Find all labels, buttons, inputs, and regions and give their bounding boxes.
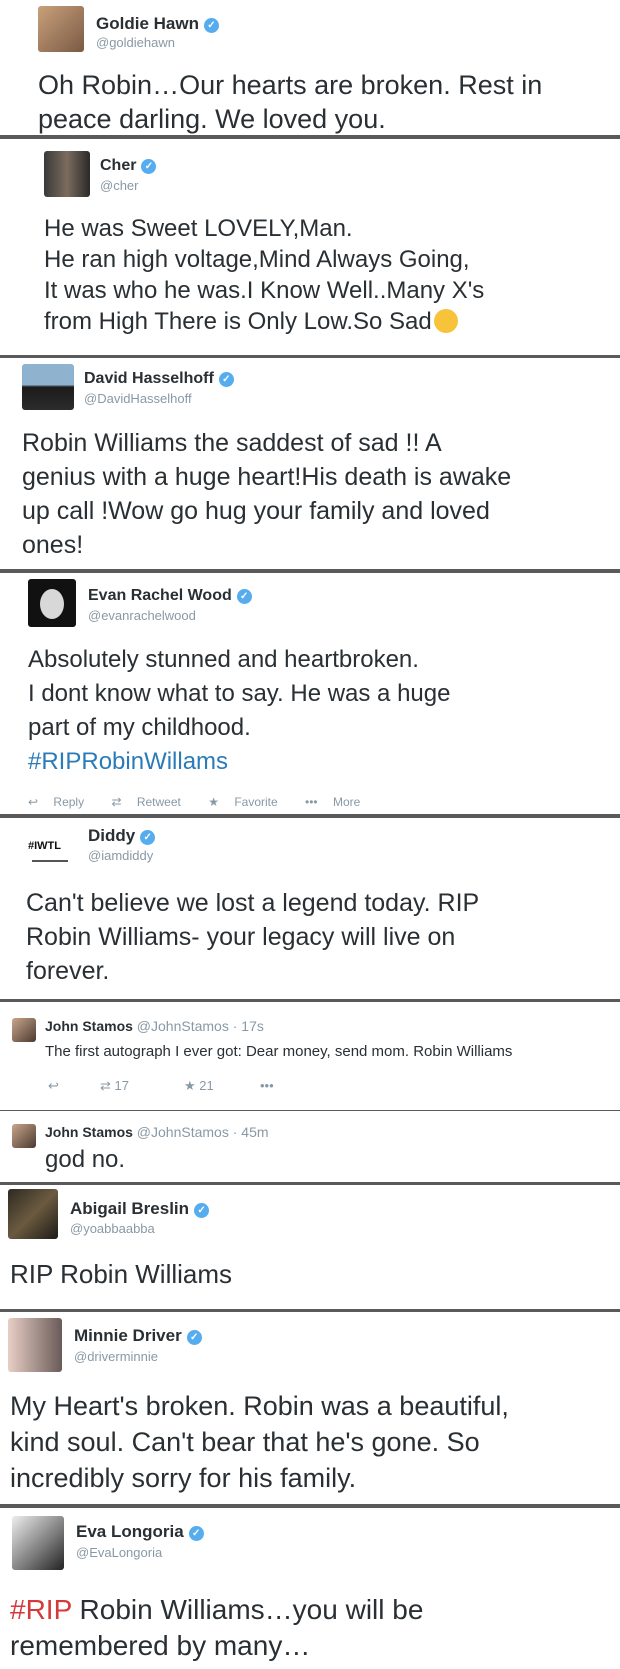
tweet-minnie-driver: Minnie Driver ✓ @driverminnie My Heart's … xyxy=(0,1312,620,1504)
more-button[interactable]: ••• More xyxy=(305,795,372,809)
user-name[interactable]: Cher ✓ xyxy=(100,157,157,175)
retweet-icon: ⇄ xyxy=(111,795,122,809)
user-handle[interactable]: @driverminnie xyxy=(74,1349,158,1364)
verified-icon: ✓ xyxy=(236,589,252,604)
tweet-abigail-breslin: Abigail Breslin ✓ @yoabbaabba RIP Robin W… xyxy=(0,1185,620,1309)
favorite-button[interactable]: ★ 21 xyxy=(184,1078,214,1094)
tweet-time[interactable]: · 45m xyxy=(233,1124,269,1140)
avatar[interactable] xyxy=(12,1018,36,1042)
tweet-david-hasselhoff: David Hasselhoff ✓ @DavidHasselhoff Robin… xyxy=(0,358,620,569)
verified-icon: ✓ xyxy=(203,18,219,33)
avatar[interactable] xyxy=(44,151,90,197)
tweet-actions: ↩ Reply ⇄ Retweet ★ Favorite ••• More xyxy=(28,795,384,809)
star-icon: ★ xyxy=(184,1078,196,1093)
user-handle[interactable]: @JohnStamos xyxy=(137,1018,229,1034)
copyright-label: © Twitter xyxy=(4,1656,44,1667)
user-name[interactable]: John Stamos @JohnStamos · 17s xyxy=(45,1018,264,1034)
tweet-diddy: #IWTL Diddy ✓ @iamdiddy Can't believe we … xyxy=(0,818,620,999)
tweet-text: Oh Robin…Our hearts are broken. Rest in … xyxy=(38,70,543,134)
user-name[interactable]: Diddy ✓ xyxy=(88,826,156,846)
user-name[interactable]: Abigail Breslin ✓ xyxy=(70,1199,210,1219)
more-dots-icon: ••• xyxy=(305,795,318,809)
hashtag-link[interactable]: #RIP xyxy=(10,1594,72,1625)
hashtag-link[interactable]: #RIPRobinWillams xyxy=(28,745,450,779)
tweet-text: Robin Williams the saddest of sad !! A g… xyxy=(22,429,512,559)
tweet-text: #RIP Robin Williams…you will be remember… xyxy=(10,1594,424,1661)
verified-icon: ✓ xyxy=(140,830,156,845)
reply-icon: ↩ xyxy=(28,795,39,809)
more-dots-icon: ••• xyxy=(260,1078,274,1093)
user-name[interactable]: Eva Longoria ✓ xyxy=(76,1522,204,1542)
user-handle[interactable]: @EvaLongoria xyxy=(76,1545,162,1560)
tweet-text: RIP Robin Williams xyxy=(10,1259,233,1289)
verified-icon: ✓ xyxy=(218,372,234,387)
user-name[interactable]: Evan Rachel Wood ✓ xyxy=(88,587,252,605)
verified-icon: ✓ xyxy=(194,1203,210,1218)
reply-button[interactable]: ↩ Reply xyxy=(28,795,96,809)
avatar[interactable] xyxy=(38,6,84,52)
avatar[interactable] xyxy=(28,579,76,627)
user-name[interactable]: John Stamos @JohnStamos · 45m xyxy=(45,1124,269,1140)
tweet-eva-longoria: Eva Longoria ✓ @EvaLongoria #RIP Robin Wi… xyxy=(0,1508,620,1669)
tweet-text: Can't believe we lost a legend today. RI… xyxy=(26,889,480,985)
user-name[interactable]: David Hasselhoff ✓ xyxy=(84,370,234,388)
user-name[interactable]: Minnie Driver ✓ xyxy=(74,1326,202,1346)
tweet-text: god no. xyxy=(45,1146,126,1173)
more-button[interactable]: ••• xyxy=(260,1078,274,1093)
tweet-goldie-hawn: Goldie Hawn ✓ @goldiehawn Oh Robin…Our he… xyxy=(0,0,620,135)
user-handle[interactable]: @evanrachelwood xyxy=(88,608,196,623)
retweet-button[interactable]: ⇄ 17 xyxy=(100,1078,129,1094)
user-handle[interactable]: @yoabbaabba xyxy=(70,1221,155,1236)
user-handle[interactable]: @iamdiddy xyxy=(88,848,153,863)
avatar[interactable] xyxy=(12,1124,36,1148)
tweet-text: My Heart's broken. Robin was a beautiful… xyxy=(10,1391,509,1493)
avatar-text: #IWTL xyxy=(28,840,61,852)
tweet-text: He was Sweet LOVELY,Man. He ran high vol… xyxy=(44,215,485,335)
avatar[interactable] xyxy=(12,1516,64,1570)
tweet-evan-rachel-wood: Evan Rachel Wood ✓ @evanrachelwood Absolu… xyxy=(0,573,620,814)
avatar[interactable] xyxy=(8,1189,58,1239)
user-handle[interactable]: @goldiehawn xyxy=(96,35,175,50)
tweet-john-stamos-1: John Stamos @JohnStamos · 17s The first … xyxy=(0,1002,620,1110)
retweet-button[interactable]: ⇄ Retweet xyxy=(111,795,192,809)
verified-icon: ✓ xyxy=(141,159,157,174)
reply-icon: ↩ xyxy=(48,1078,59,1093)
retweet-icon: ⇄ xyxy=(100,1078,111,1093)
favorite-button[interactable]: ★ Favorite xyxy=(208,795,289,809)
user-handle[interactable]: @DavidHasselhoff xyxy=(84,391,192,406)
user-name[interactable]: Goldie Hawn ✓ xyxy=(96,14,219,34)
avatar[interactable] xyxy=(22,364,74,410)
crying-face-icon xyxy=(433,309,458,333)
verified-icon: ✓ xyxy=(186,1330,202,1345)
star-icon: ★ xyxy=(208,795,219,809)
tweet-text: The first autograph I ever got: Dear mon… xyxy=(45,1043,513,1060)
tweet-cher: Cher ✓ @cher He was Sweet LOVELY,Man. He … xyxy=(0,139,620,355)
tweet-john-stamos-2: John Stamos @JohnStamos · 45m god no. xyxy=(0,1111,620,1182)
tweet-text: Absolutely stunned and heartbroken. I do… xyxy=(28,643,450,779)
avatar[interactable] xyxy=(8,1318,62,1372)
user-handle[interactable]: @JohnStamos xyxy=(137,1124,229,1140)
user-handle[interactable]: @cher xyxy=(100,178,139,193)
tweet-time[interactable]: · 17s xyxy=(233,1018,264,1034)
reply-button[interactable]: ↩ xyxy=(48,1078,59,1094)
avatar[interactable]: #IWTL xyxy=(26,828,76,874)
verified-icon: ✓ xyxy=(188,1526,204,1541)
